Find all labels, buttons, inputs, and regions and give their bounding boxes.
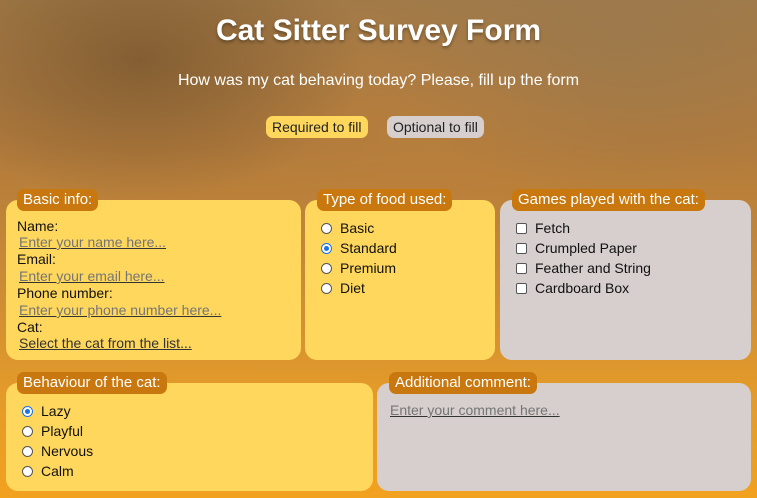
behaviour-card: Lazy Playful Nervous Calm xyxy=(6,383,373,491)
name-field[interactable] xyxy=(19,234,279,250)
food-type-legend: Type of food used: xyxy=(317,189,453,211)
radio-calm[interactable] xyxy=(22,465,33,477)
radio-premium[interactable] xyxy=(321,262,332,274)
comment-legend: Additional comment: xyxy=(389,372,537,394)
radio-basic[interactable] xyxy=(321,222,332,234)
food-option-basic[interactable]: Basic xyxy=(321,219,374,237)
behaviour-option-label: Nervous xyxy=(41,443,94,459)
checkbox-crumpled-paper[interactable] xyxy=(516,242,527,254)
phone-label: Phone number: xyxy=(17,285,113,301)
radio-diet[interactable] xyxy=(321,282,332,294)
food-option-label: Diet xyxy=(340,280,365,296)
behaviour-option-label: Lazy xyxy=(41,403,71,419)
required-legend-chip: Required to fill xyxy=(266,116,368,138)
food-option-label: Basic xyxy=(340,220,375,236)
food-option-premium[interactable]: Premium xyxy=(321,259,396,277)
radio-lazy[interactable] xyxy=(22,405,33,417)
checkbox-fetch[interactable] xyxy=(516,222,527,234)
behaviour-option-lazy[interactable]: Lazy xyxy=(22,402,71,420)
game-option-label: Crumpled Paper xyxy=(535,240,637,256)
games-card: Fetch Crumpled Paper Feather and String … xyxy=(500,200,751,360)
food-option-diet[interactable]: Diet xyxy=(321,279,365,297)
radio-nervous[interactable] xyxy=(22,445,33,457)
optional-legend-chip: Optional to fill xyxy=(387,116,484,138)
game-option-crumpled-paper[interactable]: Crumpled Paper xyxy=(516,239,637,257)
checkbox-cardboard-box[interactable] xyxy=(516,282,527,294)
checkbox-feather-string[interactable] xyxy=(516,262,527,274)
basic-info-legend: Basic info: xyxy=(17,189,99,211)
behaviour-option-label: Calm xyxy=(41,463,74,479)
game-option-feather-string[interactable]: Feather and String xyxy=(516,259,651,277)
food-option-standard[interactable]: Standard xyxy=(321,239,397,257)
game-option-label: Cardboard Box xyxy=(535,280,630,296)
behaviour-option-playful[interactable]: Playful xyxy=(22,422,83,440)
game-option-label: Fetch xyxy=(535,220,571,236)
comment-card xyxy=(377,383,751,491)
cat-select[interactable]: Select the cat from the list... xyxy=(19,335,192,351)
behaviour-option-label: Playful xyxy=(41,423,84,439)
email-field[interactable] xyxy=(19,268,279,284)
basic-info-card: Name: Email: Phone number: Cat: Select t… xyxy=(6,200,301,360)
food-type-card: Basic Standard Premium Diet xyxy=(305,200,495,360)
name-label: Name: xyxy=(17,218,59,234)
game-option-fetch[interactable]: Fetch xyxy=(516,219,570,237)
comment-textarea[interactable] xyxy=(390,402,735,480)
games-legend: Games played with the cat: xyxy=(512,189,705,211)
radio-standard[interactable] xyxy=(321,242,332,254)
behaviour-legend: Behaviour of the cat: xyxy=(17,372,167,394)
food-option-label: Premium xyxy=(340,260,397,276)
phone-field[interactable] xyxy=(19,302,279,318)
page-title: Cat Sitter Survey Form xyxy=(215,14,542,47)
cat-label: Cat: xyxy=(17,319,43,335)
email-label: Email: xyxy=(17,251,56,267)
radio-playful[interactable] xyxy=(22,425,33,437)
food-option-label: Standard xyxy=(340,240,397,256)
page-subtitle: How was my cat behaving today? Please, f… xyxy=(177,72,580,89)
behaviour-option-nervous[interactable]: Nervous xyxy=(22,442,93,460)
game-option-cardboard-box[interactable]: Cardboard Box xyxy=(516,279,629,297)
behaviour-option-calm[interactable]: Calm xyxy=(22,462,74,480)
game-option-label: Feather and String xyxy=(535,260,651,276)
